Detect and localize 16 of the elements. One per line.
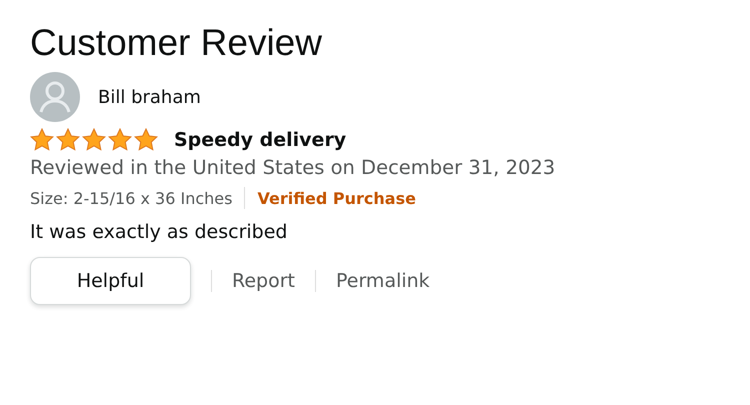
helpful-button[interactable]: Helpful: [30, 257, 191, 305]
product-size: Size: 2-15/16 x 36 Inches: [30, 188, 232, 208]
reviewer-name: Bill braham: [98, 86, 201, 108]
avatar-icon: [30, 72, 80, 122]
review-date: Reviewed in the United States on December 31, 2023: [30, 156, 556, 179]
star-icon: [56, 128, 80, 152]
action-link[interactable]: Permalink: [336, 270, 430, 292]
action-link[interactable]: Report: [232, 270, 295, 292]
verified-label: Verified Purchase: [257, 188, 416, 208]
star-icon: [30, 128, 54, 152]
star-icon: [108, 128, 132, 152]
star-icon: [82, 128, 106, 152]
review-body: It was exactly as described: [30, 221, 288, 243]
review-title: Speedy delivery: [174, 129, 346, 151]
page-heading: Customer Review: [30, 21, 322, 65]
star-icon: [134, 128, 158, 152]
